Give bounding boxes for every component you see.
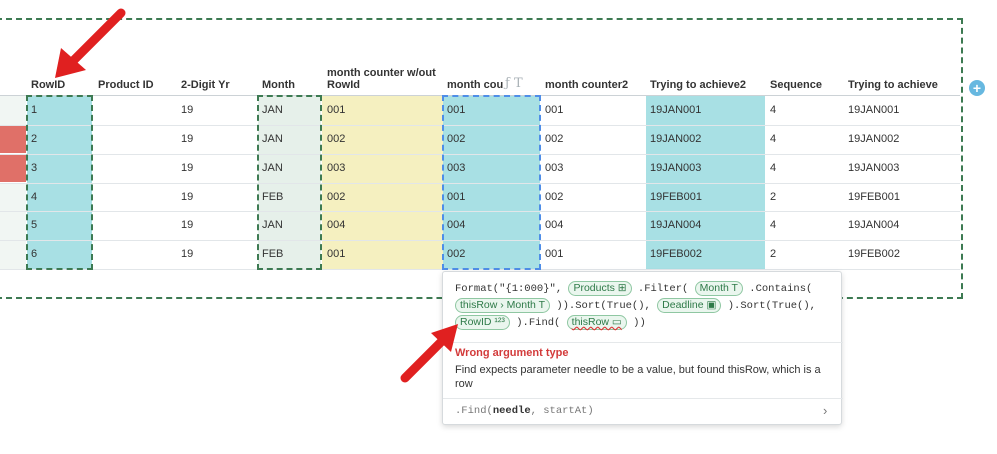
cell-mc-wo[interactable]: 002 [323, 125, 441, 153]
month-column-chip[interactable]: Month T [694, 281, 743, 296]
header-product-id[interactable]: Product ID [94, 64, 176, 95]
cell-mc2[interactable]: 002 [541, 183, 645, 211]
add-column-icon[interactable]: + [969, 80, 985, 96]
header-month-counter[interactable]: month cou [443, 64, 505, 95]
cell-digit-yr[interactable]: 19 [177, 154, 257, 182]
cell-tta2[interactable]: 19JAN004 [646, 211, 765, 239]
cell-mc-wo[interactable]: 001 [323, 240, 441, 268]
cell-mc-wo[interactable]: 002 [323, 183, 441, 211]
thisrow-chip[interactable]: thisRow ▭ [566, 315, 627, 330]
cell-mc2[interactable]: 003 [541, 154, 645, 182]
formula-sort2: ).Sort(True(), [727, 300, 816, 312]
left-edge-column-bg [0, 183, 26, 269]
formula-contains: .Contains( [749, 283, 813, 295]
cell-mc2[interactable]: 002 [541, 125, 645, 153]
left-edge-column-bg [0, 96, 26, 125]
cell-product-id[interactable] [94, 96, 176, 124]
thisrow-month-chip[interactable]: thisRow › Month T [455, 298, 550, 313]
popup-divider [443, 342, 843, 343]
formula-format: Format("{1:000}", [455, 283, 563, 295]
signature-param-needle: needle [492, 405, 531, 417]
cell-tta[interactable]: 19FEB001 [844, 183, 959, 211]
header-month-counter2[interactable]: month counter2 [541, 64, 645, 95]
cell-mc2[interactable]: 001 [541, 96, 645, 124]
signature-prefix: .Find( [455, 405, 493, 417]
header-month[interactable]: Month [258, 64, 321, 95]
cell-mc2[interactable]: 004 [541, 211, 645, 239]
formula-error-popup: Format("{1:000}", Products ⊞ .Filter( Mo… [442, 271, 843, 425]
cell-product-id[interactable] [94, 125, 176, 153]
chevron-right-icon[interactable]: › [823, 403, 827, 418]
deadline-column-chip[interactable]: Deadline ▣ [657, 298, 722, 313]
cell-tta2[interactable]: 19FEB002 [646, 240, 765, 268]
cell-product-id[interactable] [94, 183, 176, 211]
rowid-column-chip[interactable]: RowID ¹²³ [455, 315, 510, 330]
products-table-chip[interactable]: Products ⊞ [568, 281, 632, 296]
cell-digit-yr[interactable]: 19 [177, 96, 257, 124]
cell-digit-yr[interactable]: 19 [177, 211, 257, 239]
formula-icon[interactable]: ƒ [505, 76, 510, 91]
formula-type-icons[interactable]: ƒ T [505, 76, 523, 91]
header-trying-to-achieve2[interactable]: Trying to achieve2 [646, 64, 765, 95]
cell-tta2[interactable]: 19JAN002 [646, 125, 765, 153]
cell-product-id[interactable] [94, 211, 176, 239]
cell-product-id[interactable] [94, 154, 176, 182]
cell-mc-wo[interactable]: 003 [323, 154, 441, 182]
signature-rest: , startAt) [530, 405, 594, 417]
cell-mc2[interactable]: 001 [541, 240, 645, 268]
cell-tta[interactable]: 19JAN004 [844, 211, 959, 239]
cell-tta2[interactable]: 19JAN003 [646, 154, 765, 182]
error-title: Wrong argument type [455, 347, 569, 359]
cell-seq[interactable]: 4 [766, 125, 844, 153]
cell-digit-yr[interactable]: 19 [177, 183, 257, 211]
cell-seq[interactable]: 2 [766, 183, 844, 211]
red-cell[interactable] [0, 125, 26, 153]
cell-tta[interactable]: 19JAN003 [844, 154, 959, 182]
cell-mc-wo[interactable]: 001 [323, 96, 441, 124]
header-sequence[interactable]: Sequence [766, 64, 844, 95]
formula-sort1: )).Sort(True(), [556, 300, 651, 312]
error-message: Find expects parameter needle to be a va… [455, 364, 821, 390]
cell-tta[interactable]: 19FEB002 [844, 240, 959, 268]
formula-text[interactable]: Format("{1:000}", Products ⊞ .Filter( Mo… [455, 281, 835, 332]
cell-seq[interactable]: 4 [766, 211, 844, 239]
popup-divider [443, 398, 843, 399]
cell-seq[interactable]: 2 [766, 240, 844, 268]
month-column-highlight [257, 95, 322, 270]
rowid-column-highlight [26, 95, 93, 270]
header-month-counter-wo-rowid[interactable]: month counter w/out RowId [323, 64, 441, 95]
cell-product-id[interactable] [94, 240, 176, 268]
cell-mc-wo[interactable]: 004 [323, 211, 441, 239]
formula-find: ).Find( [516, 317, 561, 329]
cell-seq[interactable]: 4 [766, 154, 844, 182]
cell-tta[interactable]: 19JAN001 [844, 96, 959, 124]
text-type-icon[interactable]: T [514, 76, 523, 91]
function-signature: .Find(needle, startAt) [455, 405, 594, 417]
formula-close: )) [633, 317, 646, 329]
cell-tta[interactable]: 19JAN002 [844, 125, 959, 153]
cell-tta2[interactable]: 19JAN001 [646, 96, 765, 124]
header-trying-to-achieve[interactable]: Trying to achieve [844, 64, 959, 95]
header-2-digit-yr[interactable]: 2-Digit Yr [177, 64, 257, 95]
header-rowid[interactable]: RowID [27, 64, 92, 95]
formula-filter: .Filter( [637, 283, 689, 295]
cell-digit-yr[interactable]: 19 [177, 125, 257, 153]
month-counter-column-selection [442, 95, 541, 270]
cell-tta2[interactable]: 19FEB001 [646, 183, 765, 211]
red-cell[interactable] [0, 154, 26, 182]
cell-digit-yr[interactable]: 19 [177, 240, 257, 268]
cell-seq[interactable]: 4 [766, 96, 844, 124]
